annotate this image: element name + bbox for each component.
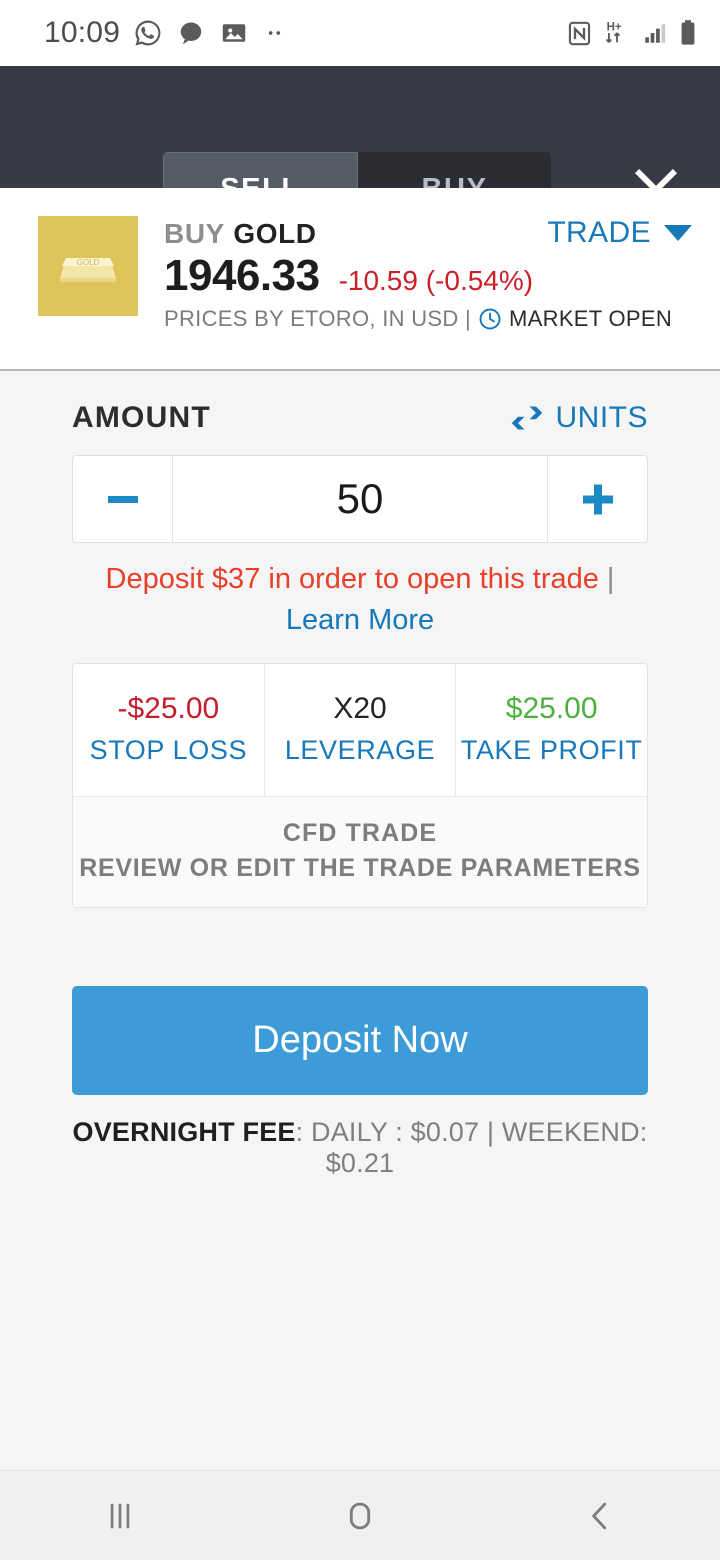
svg-text:H+: H+ xyxy=(607,22,622,34)
signal-icon xyxy=(641,20,669,46)
overnight-fee-note: OVERNIGHT FEE: DAILY : $0.07 | WEEKEND: … xyxy=(72,1117,648,1179)
home-button[interactable] xyxy=(300,1481,420,1551)
market-status-label: MARKET OPEN xyxy=(509,306,673,332)
gold-bar-thumbnail: GOLD xyxy=(38,216,138,316)
amount-increase-button[interactable] xyxy=(547,456,647,542)
home-icon xyxy=(341,1497,379,1535)
take-profit-cell[interactable]: $25.00 TAKE PROFIT xyxy=(455,664,647,797)
status-bar-clock: 10:09 xyxy=(44,16,121,49)
amount-decrease-button[interactable] xyxy=(73,456,173,542)
image-icon xyxy=(219,18,249,48)
leverage-cell[interactable]: X20 LEVERAGE xyxy=(263,664,456,797)
trade-dropdown-label: TRADE xyxy=(547,216,651,249)
trade-parameters-card: -$25.00 STOP LOSS X20 LEVERAGE $25.00 TA… xyxy=(72,663,648,909)
instrument-price: 1946.33 xyxy=(164,251,320,301)
status-bar-right: H+ xyxy=(566,18,698,48)
leverage-value: X20 xyxy=(333,692,387,726)
trade-form: AMOUNT UNITS 50 Deposit $37 in order to … xyxy=(0,371,720,1470)
trade-parameters-row: -$25.00 STOP LOSS X20 LEVERAGE $25.00 TA… xyxy=(73,664,647,797)
instrument-symbol: GOLD xyxy=(233,218,317,249)
trade-dropdown-button[interactable]: TRADE xyxy=(547,216,692,250)
units-toggle-button[interactable]: UNITS xyxy=(509,401,649,435)
more-dots-icon xyxy=(262,20,288,46)
status-bar: 10:09 H+ xyxy=(0,0,720,66)
instrument-direction: BUY xyxy=(164,218,225,249)
amount-label: AMOUNT xyxy=(72,401,211,434)
back-icon xyxy=(581,1497,619,1535)
clock-icon xyxy=(478,307,502,331)
instrument-change: -10.59 (-0.54%) xyxy=(338,265,534,297)
cfd-trade-subtitle: REVIEW OR EDIT THE TRADE PARAMETERS xyxy=(79,854,641,883)
amount-input[interactable]: 50 xyxy=(173,456,547,542)
stop-loss-value: -$25.00 xyxy=(117,692,220,726)
amount-stepper: 50 xyxy=(72,455,648,543)
whatsapp-icon xyxy=(133,18,163,48)
take-profit-value: $25.00 xyxy=(505,692,598,726)
recents-button[interactable] xyxy=(60,1481,180,1551)
overnight-fee-title: OVERNIGHT FEE xyxy=(72,1117,296,1148)
instrument-meta: PRICES BY ETORO, IN USD | MARKET OPEN xyxy=(164,306,696,332)
instrument-price-row: 1946.33 -10.59 (-0.54%) xyxy=(164,251,696,301)
stop-loss-label: STOP LOSS xyxy=(89,735,248,766)
deposit-warning: Deposit $37 in order to open this trade … xyxy=(72,559,648,641)
status-bar-left: 10:09 xyxy=(44,16,288,50)
cfd-trade-summary[interactable]: CFD TRADE REVIEW OR EDIT THE TRADE PARAM… xyxy=(73,796,647,908)
units-toggle-label: UNITS xyxy=(555,401,648,434)
leverage-label: LEVERAGE xyxy=(284,735,436,766)
minus-icon xyxy=(101,477,145,521)
price-source-label: PRICES BY ETORO, IN USD | xyxy=(164,306,472,332)
learn-more-link[interactable]: Learn More xyxy=(286,604,434,636)
message-icon xyxy=(176,18,206,48)
nfc-icon xyxy=(566,20,593,47)
recents-icon xyxy=(101,1497,139,1535)
swap-arrows-icon xyxy=(509,404,545,432)
battery-icon xyxy=(678,19,698,47)
overnight-fee-detail: : DAILY : $0.07 | WEEKEND: $0.21 xyxy=(295,1117,648,1179)
hplus-data-icon: H+ xyxy=(602,18,632,48)
chevron-down-icon xyxy=(664,225,692,241)
trade-direction-toolbar: SELL BUY xyxy=(0,66,720,227)
cfd-trade-title: CFD TRADE xyxy=(282,819,438,848)
instrument-header: GOLD BUY GOLD 1946.33 -10.59 (-0.54%) PR… xyxy=(0,188,720,371)
app-screen: 10:09 H+ GOLD BUY GOLD 1946.33 -10.59 (-… xyxy=(0,0,720,1560)
take-profit-label: TAKE PROFIT xyxy=(460,735,643,766)
warning-separator: | xyxy=(598,563,615,595)
svg-text:GOLD: GOLD xyxy=(77,258,100,267)
amount-header-row: AMOUNT UNITS xyxy=(72,371,648,455)
stop-loss-cell[interactable]: -$25.00 STOP LOSS xyxy=(73,664,264,796)
deposit-now-button[interactable]: Deposit Now xyxy=(72,986,648,1096)
plus-icon xyxy=(576,477,620,521)
deposit-warning-text: Deposit $37 in order to open this trade xyxy=(105,563,599,595)
back-button[interactable] xyxy=(540,1481,660,1551)
android-nav-bar xyxy=(0,1470,720,1560)
